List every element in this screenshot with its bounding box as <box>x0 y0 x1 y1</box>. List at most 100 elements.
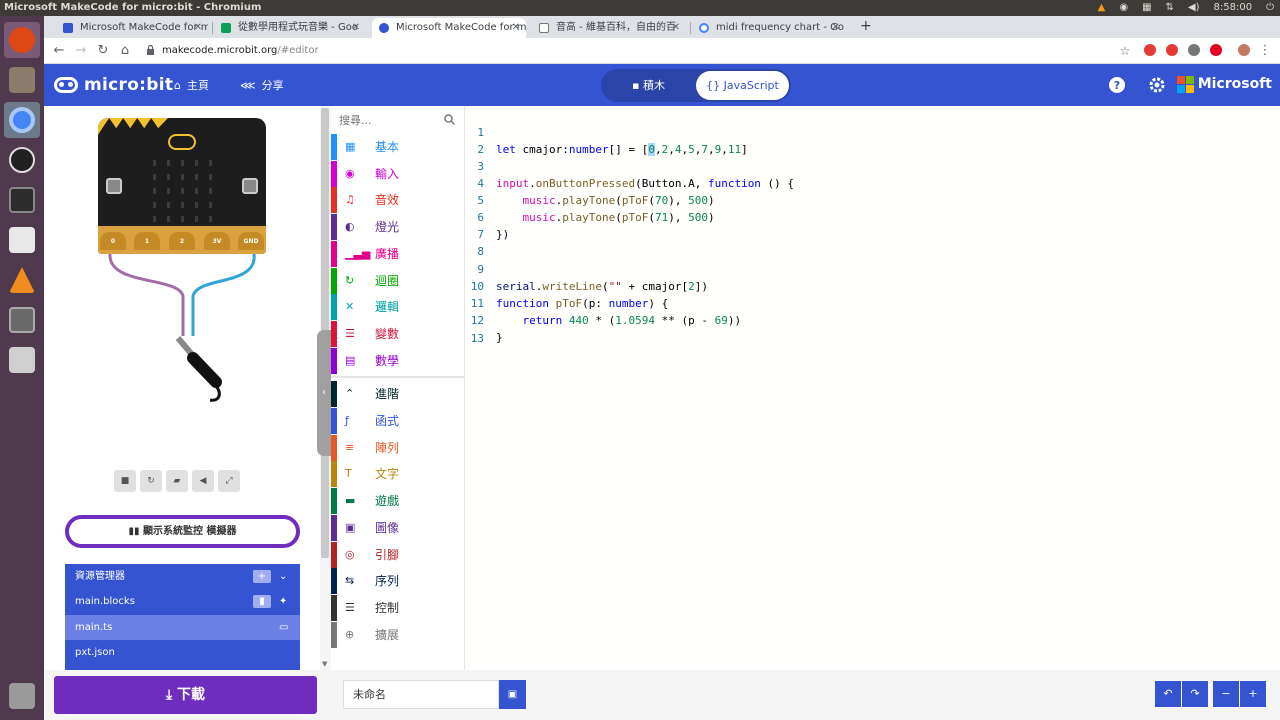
code-editor[interactable]: 1 let cmajor:number[] = [0,2,4,5,7,9,11]… <box>466 106 1280 670</box>
address-bar[interactable]: makecode.microbit.org/#editor <box>140 41 1140 61</box>
scroll-down-icon[interactable]: ▼ <box>322 660 327 668</box>
code-line[interactable]: 5 music.playTone(pToF(71), 500) <box>466 175 1280 224</box>
keyboard-tray-icon[interactable]: ▦ <box>1142 0 1151 16</box>
blocks-tab[interactable]: ▪ 積木 <box>601 69 696 102</box>
volume-tray-icon[interactable]: ◀) <box>1188 0 1200 16</box>
close-tab-icon[interactable]: ✕ <box>672 18 680 38</box>
code-line[interactable]: 10 function pToF(p: number) { <box>466 261 1280 310</box>
category-item[interactable]: ƒ 函式 <box>331 408 465 434</box>
fullscreen-icon[interactable]: ⤢ <box>218 470 240 492</box>
code-line[interactable]: 4 music.playTone(pToF(70), 500) <box>466 158 1280 207</box>
close-tab-icon[interactable]: ✕ <box>352 18 360 38</box>
category-item[interactable]: ◐ 燈光 <box>331 214 465 241</box>
category-item[interactable]: ♫ 音效 <box>331 187 465 214</box>
category-item[interactable]: ⊕ 擴展 <box>331 621 465 648</box>
clock[interactable]: 8:58:00 <box>1214 0 1253 16</box>
code-line[interactable]: 9 serial.writeLine("" + cmajor[2]) <box>466 244 1280 293</box>
home-icon[interactable]: ⌂ <box>116 42 134 60</box>
chromium-icon[interactable] <box>4 102 40 138</box>
category-item[interactable]: T 文字 <box>331 461 465 488</box>
browser-tab[interactable]: Microsoft MakeCode for m ✕ <box>56 18 208 38</box>
terminal-icon[interactable] <box>4 182 40 218</box>
network-tray-icon[interactable]: ⇅ <box>1166 0 1174 16</box>
back-icon[interactable]: ← <box>50 42 68 60</box>
category-item[interactable]: ≡ 陣列 <box>331 434 465 461</box>
browser-tab-active[interactable]: Microsoft MakeCode for m ✕ <box>372 18 526 38</box>
explorer-header[interactable]: 資源管理器 + ⌄ <box>65 564 300 589</box>
code-line[interactable]: 11 return 440 * (1.0594 ** (p - 69)) <box>466 278 1280 327</box>
browser-tab[interactable]: 音高 - 維基百科，自由的百 ✕ <box>532 18 686 38</box>
bookmark-star-icon[interactable]: ☆ <box>1116 42 1134 60</box>
browser-menu-icon[interactable]: ⋮ <box>1256 42 1274 60</box>
show-console-button[interactable]: ▮▮ 顯示系統監控 模擬器 <box>65 515 300 548</box>
drive-icon[interactable] <box>4 342 40 378</box>
trash-file-icon[interactable]: ▮ <box>253 595 271 608</box>
chevron-down-icon[interactable]: ⌄ <box>279 564 287 589</box>
close-tab-icon[interactable]: ✕ <box>832 18 840 38</box>
obs-icon[interactable] <box>4 142 40 178</box>
vlc-tray-icon[interactable]: ▲ <box>1098 0 1106 16</box>
file-item-pxt-json[interactable]: pxt.json <box>65 640 300 665</box>
restart-icon[interactable]: ↻ <box>140 470 162 492</box>
category-item[interactable]: ▤ 數學 <box>331 347 465 374</box>
search-icon[interactable] <box>444 114 455 125</box>
javascript-tab[interactable]: {} JavaScript <box>696 71 789 100</box>
forward-icon[interactable]: → <box>72 42 90 60</box>
text-editor-icon[interactable] <box>4 222 40 258</box>
stop-icon[interactable]: ■ <box>114 470 136 492</box>
code-line[interactable]: 2 <box>466 124 1280 156</box>
help-icon[interactable]: ? <box>1108 76 1126 94</box>
trash-icon[interactable] <box>4 678 40 714</box>
close-tab-icon[interactable]: ✕ <box>194 18 202 38</box>
category-item[interactable]: ☰ 控制 <box>331 594 465 621</box>
power-icon[interactable]: ⏻ <box>1266 0 1274 16</box>
project-name-input[interactable]: 未命名 <box>343 680 499 709</box>
new-tab-icon[interactable]: + <box>860 18 872 34</box>
pinterest-extension-icon[interactable] <box>1210 44 1222 56</box>
profile-avatar[interactable] <box>1238 44 1250 56</box>
microbit-board[interactable]: 0 1 2 3V GND <box>98 118 266 254</box>
category-item[interactable]: ◉ 輸入 <box>331 160 465 187</box>
ubuntu-home-icon[interactable] <box>4 22 40 58</box>
share-button[interactable]: ⋘ 分享 <box>240 77 284 93</box>
gear-icon[interactable] <box>1148 76 1166 94</box>
category-item[interactable]: ⇆ 序列 <box>331 568 465 595</box>
zoom-out-icon[interactable]: − <box>1213 681 1239 707</box>
mute-icon[interactable]: ◀ <box>192 470 214 492</box>
home-button[interactable]: ⌂ 主頁 <box>174 77 209 93</box>
code-line[interactable]: 13 <box>466 313 1280 345</box>
code-line[interactable]: 12 } <box>466 295 1280 344</box>
microbit-logo[interactable]: micro:bit <box>54 73 173 97</box>
extension-icon[interactable] <box>1144 44 1156 56</box>
collapse-simulator-button[interactable]: ‹ <box>317 330 331 456</box>
extension-icon[interactable] <box>1188 44 1200 56</box>
save-icon[interactable]: ▣ <box>499 680 526 709</box>
category-item[interactable]: ✕ 邏輯 <box>331 294 465 321</box>
recording-tray-icon[interactable]: ◉ <box>1119 0 1128 16</box>
button-b[interactable] <box>242 178 258 194</box>
browser-tab[interactable]: 從數學用程式玩音樂 - Goo ✕ <box>214 18 366 38</box>
category-item[interactable]: ☰ 變數 <box>331 320 465 347</box>
code-line[interactable]: 7 <box>466 209 1280 241</box>
adblock-extension-icon[interactable] <box>1166 44 1178 56</box>
file-item-main-blocks[interactable]: main.blocks ▮ ✦ <box>65 589 300 614</box>
code-line[interactable]: 8 <box>466 226 1280 258</box>
files-icon[interactable] <box>4 62 40 98</box>
undo-icon[interactable]: ↶ <box>1155 681 1181 707</box>
vlc-icon[interactable] <box>4 262 40 298</box>
category-item[interactable]: ▦ 基本 <box>331 134 465 160</box>
slow-mo-icon[interactable]: ▰ <box>166 470 188 492</box>
workspace-switcher-icon[interactable] <box>4 302 40 338</box>
close-tab-icon[interactable]: ✕ <box>512 18 520 38</box>
code-line[interactable]: 1 let cmajor:number[] = [0,2,4,5,7,9,11] <box>466 107 1280 156</box>
category-item[interactable]: ▬ 遊戲 <box>331 488 465 515</box>
category-item[interactable]: ▁▃▅ 廣播 <box>331 240 465 267</box>
code-line[interactable]: 3 input.onButtonPressed(Button.A, functi… <box>466 141 1280 190</box>
reload-icon[interactable]: ↻ <box>94 42 112 60</box>
category-item[interactable]: ▣ 圖像 <box>331 514 465 541</box>
category-item[interactable]: ⌃ 進階 <box>331 381 465 408</box>
download-button[interactable]: ⤓ 下載 <box>54 676 317 714</box>
file-item-main-ts[interactable]: main.ts ▭ <box>65 615 300 640</box>
search-input[interactable] <box>339 111 439 129</box>
browser-tab[interactable]: midi frequency chart - Go ✕ <box>692 18 846 38</box>
